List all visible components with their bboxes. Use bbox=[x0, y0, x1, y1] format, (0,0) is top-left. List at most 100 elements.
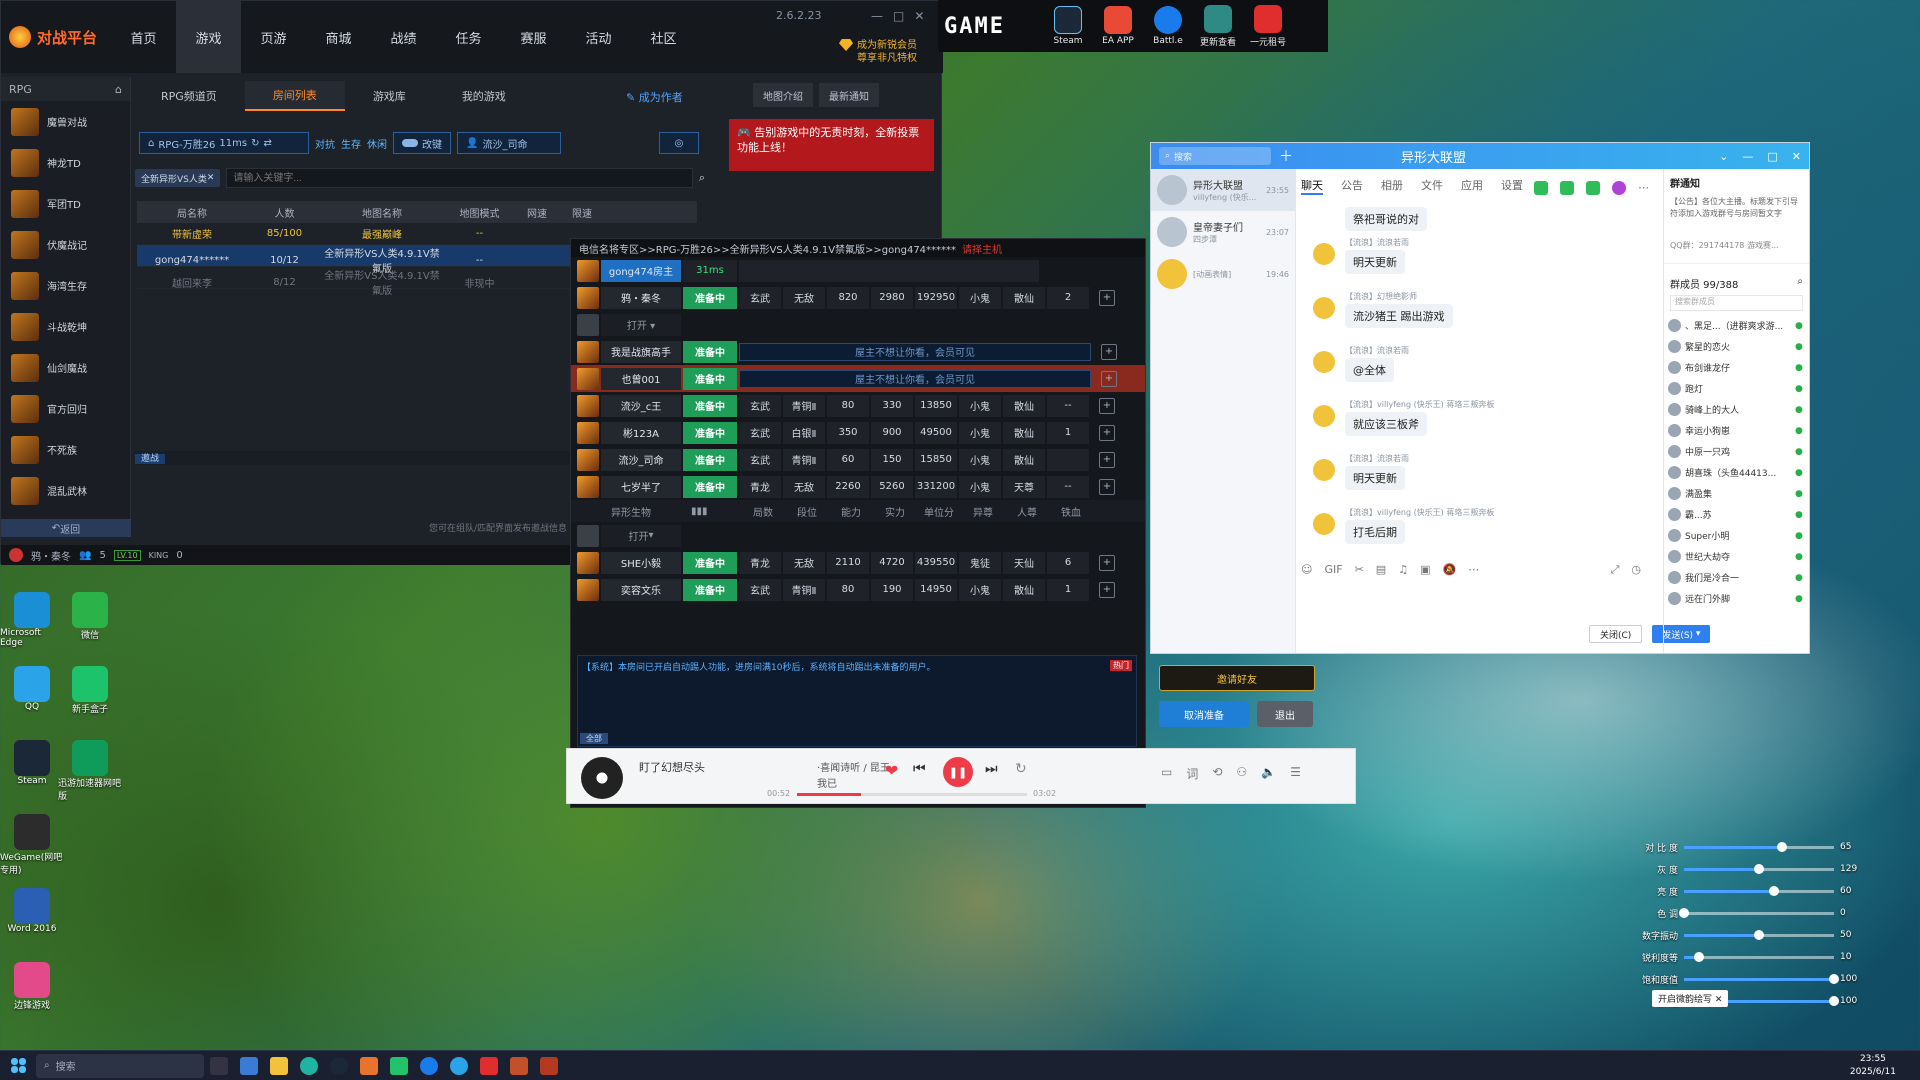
table-row[interactable]: 彬123A 准备中 玄武 白银Ⅱ 350 900 49500 小鬼 散仙 1 + bbox=[571, 419, 1145, 446]
share-icon[interactable]: ⟲ bbox=[1212, 765, 1222, 782]
steam-icon[interactable] bbox=[324, 1051, 354, 1080]
tab-announcement[interactable]: 公告 bbox=[1341, 177, 1363, 195]
expand-icon[interactable]: ⤢ bbox=[1611, 563, 1620, 577]
sidebar-item[interactable]: 仙剑魔战 bbox=[1, 347, 130, 388]
edge-icon[interactable] bbox=[294, 1051, 324, 1080]
slider-thumb[interactable] bbox=[1754, 929, 1764, 940]
list-item[interactable]: 我们是冷合一 ● bbox=[1664, 567, 1809, 588]
battlenet-icon[interactable] bbox=[414, 1051, 444, 1080]
slider-track[interactable] bbox=[1684, 863, 1834, 874]
add-friend-icon[interactable]: + bbox=[1099, 451, 1115, 468]
member-search-icon[interactable]: ⌕ bbox=[1797, 276, 1803, 291]
bar-chart-icon[interactable]: ▮▮▮ bbox=[691, 506, 741, 517]
app-rent[interactable]: 一元租号 bbox=[1243, 4, 1293, 48]
list-item[interactable]: 布剑谁龙仔 ● bbox=[1664, 357, 1809, 378]
filter-survival[interactable]: 生存 bbox=[341, 136, 361, 151]
invite-tab[interactable]: 邀战 bbox=[135, 454, 166, 464]
playlist-icon[interactable]: ☰ bbox=[1290, 765, 1301, 782]
list-item[interactable]: 霸...苏 ● bbox=[1664, 504, 1809, 525]
sidebar-item[interactable]: 官方回归 bbox=[1, 388, 130, 429]
desktop-icon[interactable]: 迅游加速器网吧版 bbox=[58, 740, 122, 802]
nav-mall[interactable]: 商城 bbox=[306, 1, 371, 73]
col-net[interactable]: 网速 bbox=[517, 205, 557, 220]
qq-icon[interactable] bbox=[444, 1051, 474, 1080]
list-item[interactable]: 满盈集 ● bbox=[1664, 483, 1809, 504]
server-select[interactable]: ⌂ RPG-万胜26 11ms ↻ ⇄ bbox=[139, 132, 309, 154]
desktop-icon[interactable]: 边锋游戏 bbox=[0, 962, 64, 1011]
list-item[interactable]: 中原一只鸡 ● bbox=[1664, 441, 1809, 462]
add-friend-icon[interactable]: + bbox=[1099, 478, 1115, 495]
tab-album[interactable]: 相册 bbox=[1381, 177, 1403, 195]
album-disc[interactable] bbox=[581, 757, 623, 799]
slider-thumb[interactable] bbox=[1694, 951, 1704, 962]
add-friend-icon[interactable]: + bbox=[1099, 424, 1115, 441]
folder-icon[interactable]: ▤ bbox=[1376, 563, 1386, 577]
sidebar-item[interactable]: 不死族 bbox=[1, 429, 130, 470]
nav-webgames[interactable]: 页游 bbox=[241, 1, 306, 73]
col-room-name[interactable]: 局名称 bbox=[137, 205, 247, 220]
close-chat-button[interactable]: 关闭(C) bbox=[1589, 625, 1643, 643]
slider-track[interactable] bbox=[1684, 973, 1839, 984]
desktop-icon[interactable]: Microsoft Edge bbox=[0, 592, 64, 648]
list-item[interactable]: Super小明 ● bbox=[1664, 525, 1809, 546]
col-map[interactable]: 地图名称 bbox=[322, 205, 442, 220]
list-item[interactable]: 胡喜珠（头鱼44413... ● bbox=[1664, 462, 1809, 483]
add-icon[interactable]: ＋ bbox=[1279, 146, 1293, 166]
app-update[interactable]: 更新查看 bbox=[1193, 4, 1243, 48]
map-tag[interactable]: 全新异形VS人类 ✕ bbox=[135, 169, 221, 187]
slider-track[interactable] bbox=[1679, 907, 1834, 918]
quality-icon[interactable]: ▭ bbox=[1161, 765, 1172, 782]
list-item[interactable]: 皇帝妻子们 四步潭 23:07 bbox=[1151, 211, 1295, 253]
pause-icon[interactable]: ❚❚ bbox=[943, 757, 973, 787]
list-item[interactable]: 跑灯 ● bbox=[1664, 378, 1809, 399]
tab-game-library[interactable]: 游戏库 bbox=[345, 81, 434, 111]
home-icon[interactable]: ⌂ bbox=[115, 83, 122, 96]
nav-servers[interactable]: 赛服 bbox=[501, 1, 566, 73]
filter-casual[interactable]: 休闲 bbox=[367, 136, 387, 151]
locate-button[interactable]: ◎ bbox=[659, 132, 699, 154]
close-icon[interactable]: ✕ bbox=[1792, 150, 1801, 163]
slider-popup[interactable]: 开启微韵绘写 ✕ bbox=[1652, 990, 1729, 1007]
message-bubble[interactable]: 祭祀哥说的对 bbox=[1345, 207, 1427, 231]
game-icon[interactable] bbox=[354, 1051, 384, 1080]
table-row[interactable]: 也曾001 准备中 屋主不想让你看，会员可见 + bbox=[571, 365, 1145, 392]
desktop-icon[interactable]: WeGame(网吧专用) bbox=[0, 814, 64, 876]
scissors-icon[interactable]: ✂ bbox=[1355, 563, 1364, 577]
next-icon[interactable]: ⏭ bbox=[985, 761, 998, 777]
avatar[interactable] bbox=[1313, 297, 1335, 319]
sidebar-item[interactable]: 魔兽对战 bbox=[1, 101, 130, 142]
vip-promo[interactable]: 成为新锐会员 尊享非凡特权 bbox=[839, 39, 917, 65]
table-row[interactable]: 奕容文乐 准备中 玄武 青铜Ⅱ 80 190 14950 小鬼 散仙 1 + bbox=[571, 576, 1145, 603]
platform2-icon[interactable] bbox=[534, 1051, 564, 1080]
notice-banner[interactable]: 🎮 告别游戏中的无责时刻，全新投票功能上线！ bbox=[729, 119, 934, 171]
sidebar-item[interactable]: 伏魔战记 bbox=[1, 224, 130, 265]
nav-tasks[interactable]: 任务 bbox=[436, 1, 501, 73]
avatar[interactable] bbox=[1313, 405, 1335, 427]
add-friend-icon[interactable]: + bbox=[1101, 370, 1117, 387]
log-filter-all[interactable]: 全部 bbox=[580, 733, 608, 744]
switch-icon[interactable]: ⇄ bbox=[264, 138, 272, 149]
chat-search[interactable]: ⌕ 搜索 bbox=[1159, 147, 1271, 165]
heart-icon[interactable]: ❤ bbox=[885, 761, 898, 780]
tab-files[interactable]: 文件 bbox=[1421, 177, 1443, 195]
table-row[interactable]: 流沙_司命 准备中 玄武 青铜Ⅱ 60 150 15850 小鬼 散仙 + bbox=[571, 446, 1145, 473]
slider-thumb[interactable] bbox=[1769, 885, 1779, 896]
tab-my-games[interactable]: 我的游戏 bbox=[434, 81, 534, 111]
slider-thumb[interactable] bbox=[1829, 973, 1839, 984]
add-friend-icon[interactable]: + bbox=[1101, 343, 1117, 360]
screen-share-icon[interactable] bbox=[1586, 181, 1600, 195]
message-bubble[interactable]: 就应该三板斧 bbox=[1345, 412, 1427, 436]
list-item[interactable]: 骑峰上的大人 ● bbox=[1664, 399, 1809, 420]
desktop-icon[interactable]: 微信 bbox=[58, 592, 122, 641]
refresh-icon[interactable]: ↻ bbox=[251, 138, 259, 149]
tab-settings[interactable]: 设置 bbox=[1501, 177, 1523, 195]
member-search-input[interactable]: 搜索群成员 bbox=[1670, 295, 1803, 311]
slider-thumb[interactable] bbox=[1679, 907, 1689, 918]
listen-together-icon[interactable]: ⚇ bbox=[1236, 765, 1247, 782]
sidebar-item[interactable]: 海湾生存 bbox=[1, 265, 130, 306]
host-label[interactable]: 请择主机 bbox=[962, 241, 1002, 256]
sidebar-item[interactable]: 军团TD bbox=[1, 183, 130, 224]
task-view-icon[interactable] bbox=[204, 1051, 234, 1080]
nav-community[interactable]: 社区 bbox=[631, 1, 696, 73]
desktop-icon[interactable]: 新手盒子 bbox=[58, 666, 122, 715]
